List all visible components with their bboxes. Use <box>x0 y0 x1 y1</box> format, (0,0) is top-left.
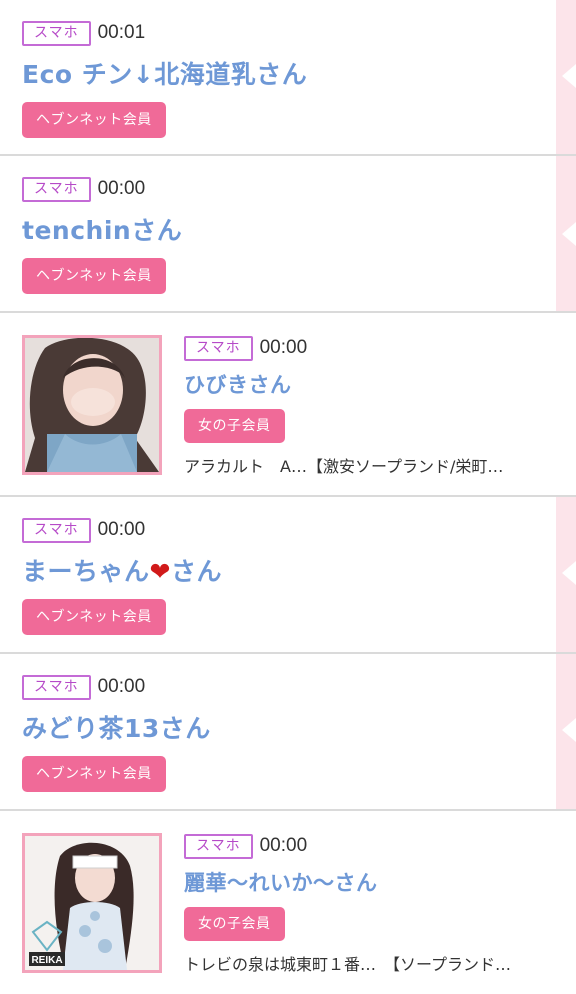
side-decoration <box>556 156 576 311</box>
shop-name[interactable]: トレビの泉は城東町１番… 【ソープランド… <box>184 951 556 975</box>
list-item[interactable]: スマホ 00:00 ひびきさん 女の子会員 アラカルト A…【激安ソープランド/… <box>0 313 576 497</box>
list-item[interactable]: スマホ 00:01 Eco チン↓北海道乳さん ヘブンネット会員 <box>0 0 576 156</box>
visitor-name[interactable]: みどり茶13さん <box>22 709 211 745</box>
access-history-list: スマホ 00:01 Eco チン↓北海道乳さん ヘブンネット会員 スマホ 00:… <box>0 0 576 994</box>
list-item[interactable]: スマホ 00:00 みどり茶13さん ヘブンネット会員 <box>0 654 576 811</box>
member-type-badge: ヘブンネット会員 <box>22 599 166 635</box>
device-badge: スマホ <box>22 176 91 202</box>
name-prefix: まーちゃん <box>22 557 150 586</box>
device-badge: スマホ <box>22 674 91 700</box>
visitor-name[interactable]: まーちゃん❤さん <box>22 552 222 588</box>
timestamp: 00:00 <box>97 676 146 697</box>
timestamp: 00:00 <box>97 178 146 199</box>
visitor-name[interactable]: Eco チン↓北海道乳さん <box>22 55 307 91</box>
visitor-name[interactable]: tenchinさん <box>22 211 182 247</box>
device-badge: スマホ <box>22 20 91 46</box>
visitor-name[interactable]: 麗華〜れいか〜さん <box>184 867 556 897</box>
member-type-badge: ヘブンネット会員 <box>22 102 166 138</box>
profile-photo[interactable] <box>22 335 162 475</box>
visitor-name[interactable]: ひびきさん <box>184 369 556 399</box>
shop-name[interactable]: アラカルト A…【激安ソープランド/栄町… <box>184 453 556 477</box>
side-decoration <box>556 0 576 154</box>
name-suffix: さん <box>170 557 222 586</box>
timestamp: 00:00 <box>97 519 146 540</box>
list-item[interactable]: スマホ 00:00 tenchinさん ヘブンネット会員 <box>0 156 576 313</box>
photo-watermark: REIKA <box>31 955 62 966</box>
timestamp: 00:01 <box>97 22 146 43</box>
member-type-badge: 女の子会員 <box>184 409 285 443</box>
side-decoration <box>556 654 576 809</box>
heart-icon: ❤ <box>149 557 171 586</box>
member-type-badge: ヘブンネット会員 <box>22 756 166 792</box>
device-badge: スマホ <box>184 335 253 361</box>
member-type-badge: 女の子会員 <box>184 907 285 941</box>
device-badge: スマホ <box>184 833 253 859</box>
member-type-badge: ヘブンネット会員 <box>22 258 166 294</box>
list-item[interactable]: REIKA スマホ 00:00 麗華〜れいか〜さん 女の子会員 トレビの泉は城東… <box>0 811 576 994</box>
side-decoration <box>556 497 576 652</box>
timestamp: 00:00 <box>259 835 308 856</box>
profile-photo[interactable]: REIKA <box>22 833 162 973</box>
timestamp: 00:00 <box>259 337 308 358</box>
list-item[interactable]: スマホ 00:00 まーちゃん❤さん ヘブンネット会員 <box>0 497 576 654</box>
device-badge: スマホ <box>22 517 91 543</box>
